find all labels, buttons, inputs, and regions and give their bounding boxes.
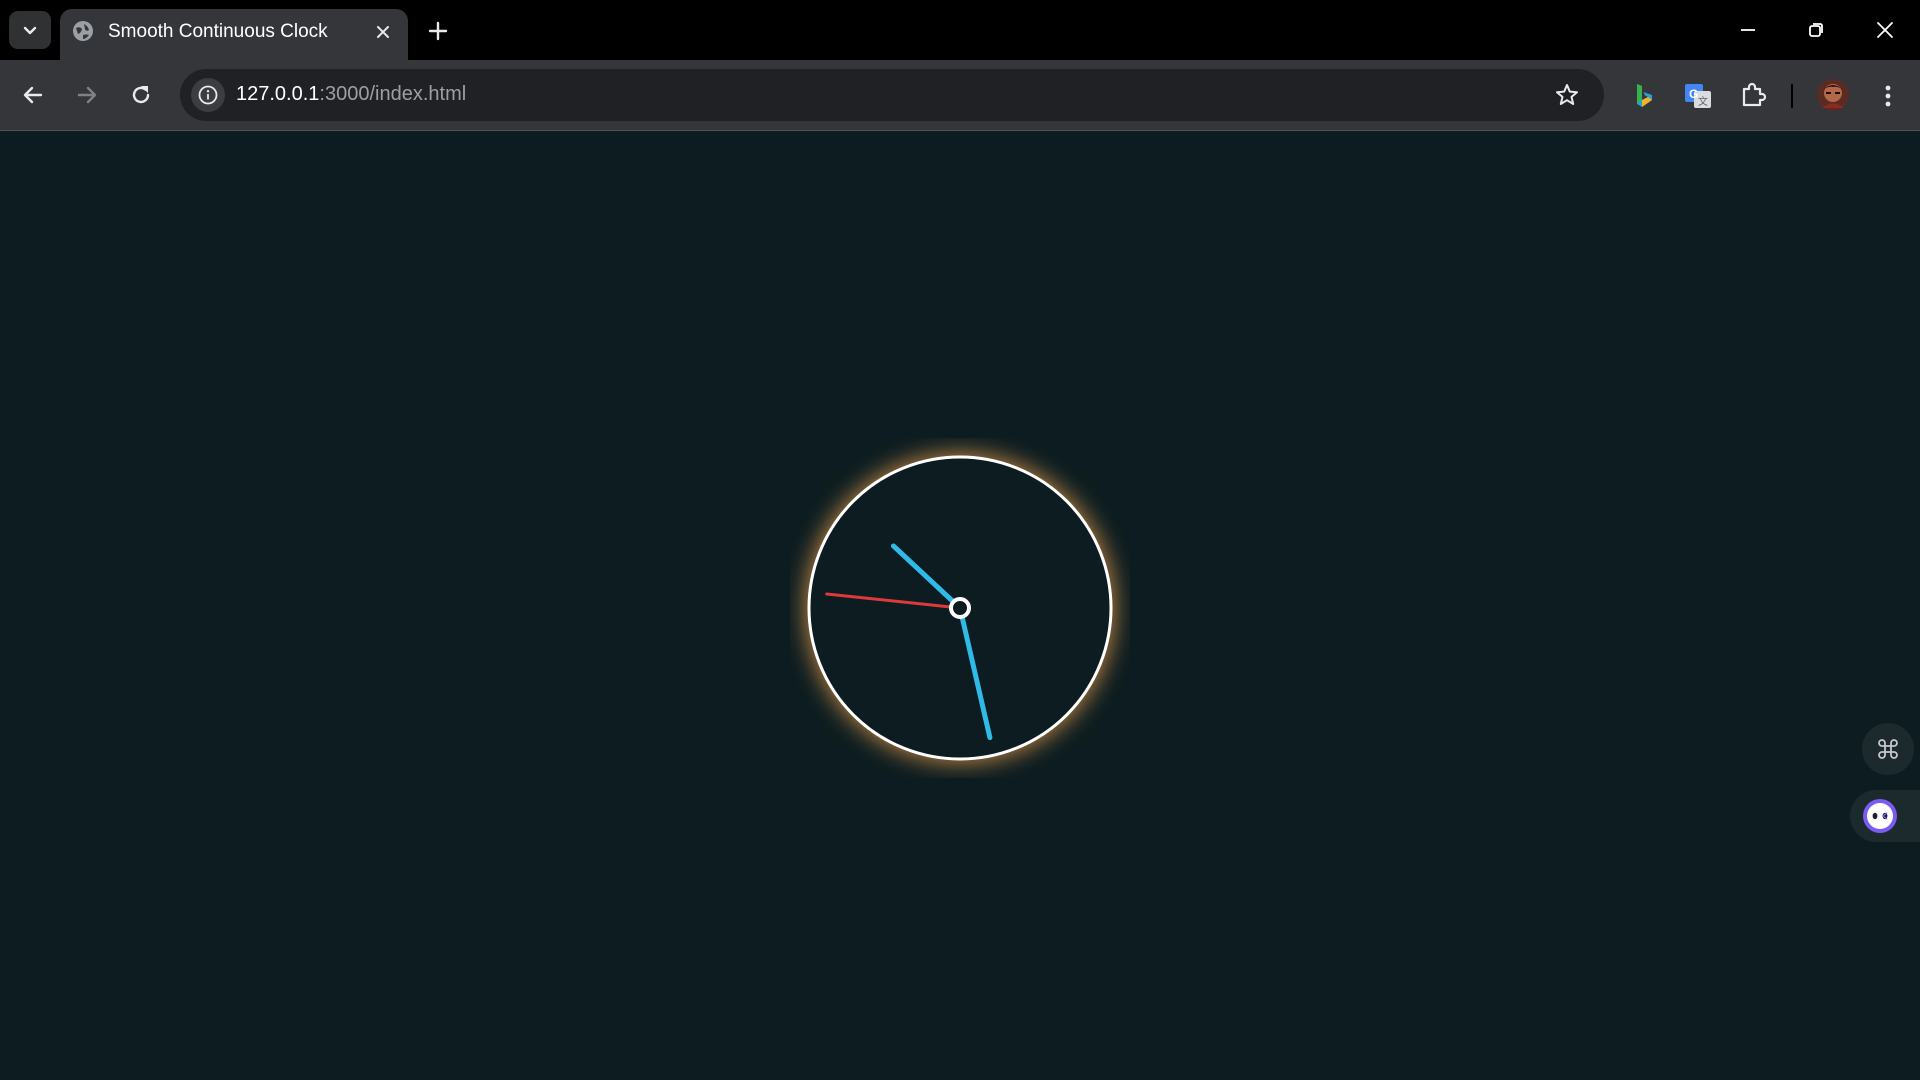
browser-toolbar: 127.0.0.1:3000/index.html G 文: [0, 60, 1920, 131]
minimize-icon[interactable]: [1734, 16, 1762, 44]
clock: [806, 454, 1114, 762]
side-assistant-button[interactable]: [1850, 790, 1920, 842]
kebab-menu-icon[interactable]: [1872, 80, 1904, 112]
address-bar[interactable]: 127.0.0.1:3000/index.html: [180, 69, 1604, 121]
active-tab[interactable]: Smooth Continuous Clock: [60, 9, 408, 60]
reload-icon[interactable]: [127, 81, 155, 109]
tab-strip: Smooth Continuous Clock: [0, 0, 1920, 60]
side-command-button[interactable]: [1862, 723, 1914, 775]
command-icon: [1878, 739, 1898, 759]
arrow-right-icon[interactable]: [73, 81, 101, 109]
bing-icon[interactable]: [1628, 80, 1660, 112]
svg-text:文: 文: [1698, 95, 1708, 108]
chevron-down-icon: [23, 26, 37, 35]
translate-icon[interactable]: G 文: [1682, 80, 1714, 112]
toolbar-divider: [1791, 84, 1793, 108]
arrow-left-icon[interactable]: [19, 81, 47, 109]
restore-icon[interactable]: [1802, 16, 1830, 44]
globe-icon: [73, 21, 93, 41]
star-icon[interactable]: [1554, 82, 1580, 108]
avatar[interactable]: [1816, 78, 1850, 112]
window-close-icon[interactable]: [1871, 16, 1899, 44]
clock-center-cap: [949, 597, 971, 619]
close-icon[interactable]: [372, 21, 394, 43]
tab-search-button[interactable]: [9, 11, 51, 49]
assistant-face-icon: [1863, 799, 1897, 833]
tab-title: Smooth Continuous Clock: [108, 21, 328, 42]
svg-text:G: G: [1689, 87, 1698, 101]
puzzle-icon[interactable]: [1737, 80, 1769, 112]
url-host: 127.0.0.1: [236, 83, 320, 105]
info-icon[interactable]: [190, 77, 226, 113]
plus-icon[interactable]: [425, 18, 451, 44]
url-text: 127.0.0.1:3000/index.html: [236, 83, 466, 106]
url-path: :3000/index.html: [319, 83, 467, 105]
